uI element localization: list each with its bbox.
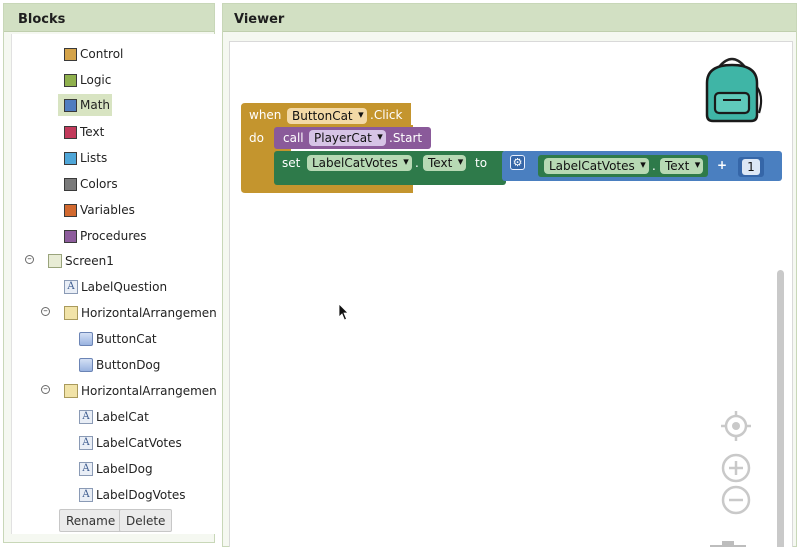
rename-button[interactable]: Rename (59, 509, 123, 532)
backpack-icon[interactable] (697, 53, 767, 125)
event-component-dropdown[interactable]: ButtonCat (287, 108, 367, 124)
category-math[interactable]: Math (58, 94, 112, 116)
component-horizontalarrangement1[interactable]: HorizontalArrangement1 (64, 302, 216, 324)
to-label: to (475, 156, 488, 170)
component-labelcat[interactable]: A LabelCat (79, 406, 149, 428)
label-component-icon: A (64, 280, 78, 294)
screen-icon (48, 254, 62, 268)
component-label: ButtonDog (96, 358, 161, 372)
component-labeldogvotes[interactable]: A LabelDogVotes (79, 484, 186, 506)
call-method-label: .Start (389, 131, 423, 145)
getter-dot-label: . (652, 159, 656, 173)
zoom-out-icon[interactable] (721, 485, 751, 515)
button-component-icon (79, 332, 93, 346)
component-label: HorizontalArrangement1 (81, 306, 216, 320)
set-property-dropdown[interactable]: Text (423, 155, 467, 171)
category-label: Logic (80, 73, 112, 87)
label-component-icon: A (79, 462, 93, 476)
category-text[interactable]: Text (64, 121, 104, 143)
category-variables[interactable]: Variables (64, 199, 135, 221)
control-swatch-icon (64, 47, 77, 61)
set-component-dropdown[interactable]: LabelCatVotes (307, 155, 412, 171)
lists-swatch-icon (64, 151, 77, 165)
text-swatch-icon (64, 125, 77, 139)
component-label: LabelQuestion (81, 280, 168, 294)
blocks-panel: Blocks Control Logic Math Text Lists Col… (3, 3, 216, 543)
mutator-gear-icon[interactable]: ⚙ (510, 155, 525, 170)
category-label: Text (80, 125, 105, 139)
component-buttondog[interactable]: ButtonDog (79, 354, 160, 376)
component-labeldog[interactable]: A LabelDog (79, 458, 153, 480)
category-colors[interactable]: Colors (64, 173, 118, 195)
set-label: set (282, 156, 301, 170)
category-label: Control (80, 47, 124, 61)
mouse-cursor-icon (338, 303, 349, 321)
event-name-label: .Click (370, 108, 403, 122)
category-label: Lists (80, 151, 108, 165)
component-label: LabelCatVotes (96, 436, 182, 450)
component-label: ButtonCat (96, 332, 157, 346)
logic-swatch-icon (64, 73, 77, 87)
label-component-icon: A (79, 436, 93, 450)
do-label: do (249, 131, 264, 145)
viewer-panel-title: Viewer (223, 4, 796, 32)
category-procedures[interactable]: Procedures (64, 225, 147, 247)
collapse-screen1-icon[interactable]: – (25, 255, 34, 264)
math-swatch-icon (64, 98, 77, 112)
component-screen1[interactable]: Screen1 (48, 250, 114, 272)
category-control[interactable]: Control (64, 43, 123, 65)
viewer-panel: Viewer when ButtonCat .Click do call Pla… (222, 3, 797, 547)
recenter-target-icon[interactable] (720, 410, 752, 442)
component-horizontalarrangement2[interactable]: HorizontalArrangement2 (64, 380, 216, 402)
category-logic[interactable]: Logic (64, 69, 111, 91)
zoom-in-icon[interactable] (721, 453, 751, 483)
set-dot-label: . (415, 156, 419, 170)
arrangement-icon (64, 306, 78, 320)
component-labelquestion[interactable]: A LabelQuestion (64, 276, 167, 298)
number-field[interactable]: 1 (742, 159, 760, 175)
procedures-swatch-icon (64, 229, 77, 243)
arrangement-icon (64, 384, 78, 398)
getter-component-dropdown[interactable]: LabelCatVotes (544, 158, 649, 174)
collapse-arrangement1-icon[interactable]: – (41, 307, 50, 316)
when-label: when (249, 108, 282, 122)
call-component-dropdown[interactable]: PlayerCat (309, 130, 386, 146)
component-labelcatvotes[interactable]: A LabelCatVotes (79, 432, 182, 454)
label-component-icon: A (79, 488, 93, 502)
category-lists[interactable]: Lists (64, 147, 107, 169)
label-component-icon: A (79, 410, 93, 424)
plus-operator-label: + (717, 158, 728, 172)
category-label: Colors (80, 177, 118, 191)
component-buttoncat[interactable]: ButtonCat (79, 328, 157, 350)
category-label: Procedures (80, 229, 147, 243)
blocks-tree: Control Logic Math Text Lists Colors Var… (11, 34, 216, 534)
component-label: LabelDog (96, 462, 153, 476)
category-label: Variables (80, 203, 135, 217)
variables-swatch-icon (64, 203, 77, 217)
component-label: Screen1 (65, 254, 114, 268)
colors-swatch-icon (64, 177, 77, 191)
blocks-panel-title: Blocks (4, 4, 214, 32)
component-label: LabelCat (96, 410, 149, 424)
component-label: LabelDogVotes (96, 488, 186, 502)
button-component-icon (79, 358, 93, 372)
collapse-arrangement2-icon[interactable]: – (41, 385, 50, 394)
getter-property-dropdown[interactable]: Text (660, 158, 704, 174)
workspace-scrollbar[interactable] (777, 270, 784, 547)
category-label: Math (80, 98, 111, 112)
trash-can-icon[interactable] (708, 541, 748, 547)
blocks-workspace[interactable]: when ButtonCat .Click do call PlayerCat … (229, 41, 793, 547)
component-label: HorizontalArrangement2 (81, 384, 216, 398)
delete-button[interactable]: Delete (119, 509, 173, 532)
call-label: call (283, 131, 304, 145)
